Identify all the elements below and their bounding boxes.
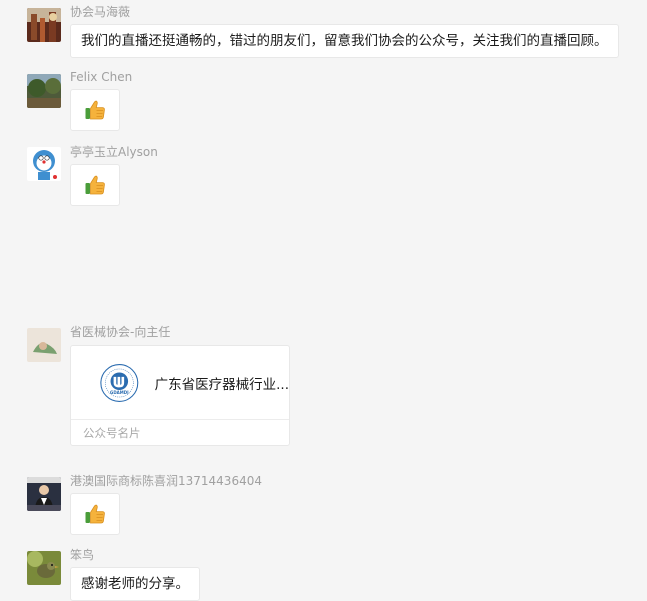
message-bubble[interactable]: 感谢老师的分享。 — [70, 567, 200, 601]
avatar[interactable] — [27, 147, 61, 181]
avatar-image — [27, 328, 61, 362]
thumbs-up-icon — [83, 173, 107, 197]
message-bubble[interactable]: 我们的直播还挺通畅的，错过的朋友们，留意我们协会的公众号，关注我们的直播回顾。 — [70, 24, 619, 58]
card-title: 广东省医疗器械行业... — [154, 376, 289, 393]
sender-name: 笨鸟 — [70, 548, 95, 562]
avatar[interactable] — [27, 8, 61, 42]
avatar[interactable] — [27, 328, 61, 362]
association-logo-icon: GDAMDI — [100, 363, 139, 402]
sender-name: 协会马海薇 — [70, 5, 131, 19]
divider — [71, 419, 289, 420]
sender-name: 省医械协会-向主任 — [70, 325, 171, 339]
card-type-label: 公众号名片 — [83, 426, 141, 440]
thumbs-up-icon — [83, 98, 107, 122]
sender-name: 港澳国际商标陈喜润13714436404 — [70, 474, 262, 488]
sender-name: 亭亭玉立Alyson — [70, 145, 158, 159]
avatar-image — [27, 477, 61, 511]
emoji-bubble[interactable] — [70, 89, 120, 131]
avatar[interactable] — [27, 477, 61, 511]
emoji-bubble[interactable] — [70, 493, 120, 535]
profile-card[interactable]: GDAMDI 广东省医疗器械行业... 公众号名片 — [70, 345, 290, 446]
avatar-image — [27, 74, 61, 108]
logo-text: GDAMDI — [110, 389, 129, 394]
avatar-image — [27, 147, 61, 181]
sender-name: Felix Chen — [70, 70, 133, 84]
thumbs-up-icon — [83, 502, 107, 526]
card-main: GDAMDI 广东省医疗器械行业... — [71, 346, 289, 419]
avatar[interactable] — [27, 551, 61, 585]
emoji-bubble[interactable] — [70, 164, 120, 206]
avatar-image — [27, 551, 61, 585]
avatar[interactable] — [27, 74, 61, 108]
avatar-image — [27, 8, 61, 42]
